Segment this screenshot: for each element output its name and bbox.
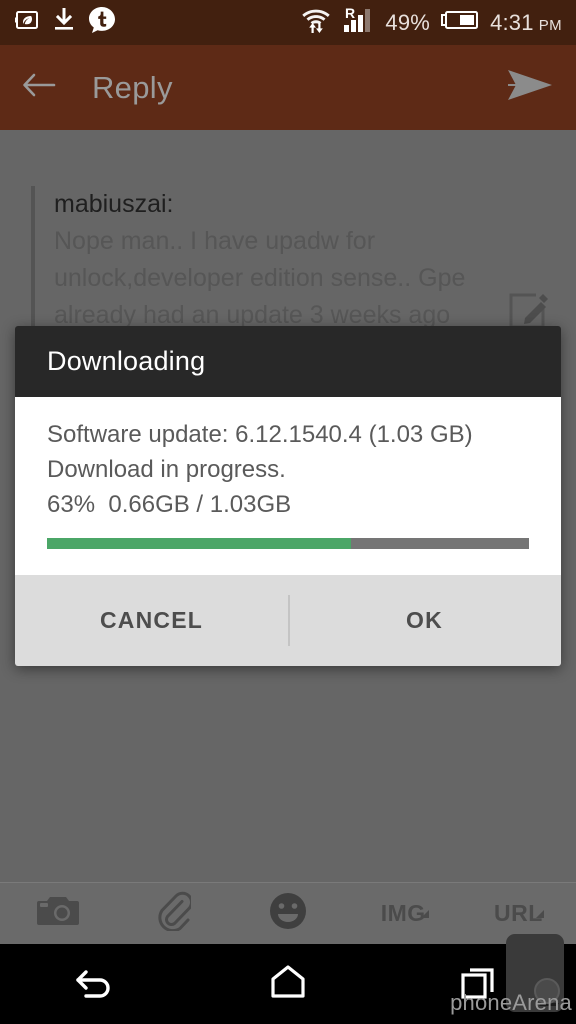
camera-icon	[35, 893, 81, 934]
nav-recents-icon	[459, 963, 501, 1006]
wifi-transfer-icon	[301, 6, 331, 39]
nav-home-icon	[267, 963, 309, 1006]
nav-recents-button[interactable]	[384, 963, 576, 1006]
compose-toolbar: IMG URL	[0, 882, 576, 944]
download-progress-fill	[47, 538, 351, 549]
download-progress-bar	[47, 538, 529, 549]
nav-home-button[interactable]	[192, 963, 384, 1006]
software-update-line: Software update: 6.12.1540.4 (1.03 GB)	[47, 421, 473, 448]
emoji-button[interactable]	[230, 891, 345, 936]
battery-percent-label: 49%	[385, 9, 431, 35]
status-bar-left-icons	[14, 6, 116, 39]
clock-time: 4:31	[490, 9, 534, 35]
app-bar: Reply	[0, 45, 576, 130]
dialog-body: Software update: 6.12.1540.4 (1.03 GB) D…	[15, 397, 561, 575]
back-arrow-icon[interactable]	[22, 71, 56, 104]
nav-back-button[interactable]	[0, 962, 192, 1007]
downloading-dialog: Downloading Software update: 6.12.1540.4…	[15, 326, 561, 666]
image-tag-button[interactable]: IMG	[346, 900, 461, 927]
ok-button[interactable]: OK	[288, 575, 561, 666]
send-icon[interactable]	[506, 65, 554, 110]
camera-button[interactable]	[0, 893, 115, 934]
svg-text:R: R	[345, 5, 355, 21]
status-bar: R 49% 4:31 PM	[0, 0, 576, 45]
cancel-button[interactable]: CANCEL	[15, 575, 288, 666]
download-status-line: Download in progress.	[47, 456, 286, 483]
attachment-paperclip-icon	[155, 891, 193, 936]
tumblr-notification-icon	[88, 6, 116, 39]
emoji-smiley-icon	[268, 891, 308, 936]
clock: 4:31 PM	[490, 9, 562, 35]
dialog-button-divider	[288, 595, 290, 646]
image-tag-label: IMG	[380, 900, 426, 926]
download-progress-line: 63% 0.66GB / 1.03GB	[47, 491, 292, 518]
quote-author: mabiuszai:	[54, 190, 174, 218]
chevron-down-icon	[536, 910, 545, 918]
url-tag-button[interactable]: URL	[461, 900, 576, 927]
dialog-action-row: CANCEL OK	[15, 575, 561, 666]
nav-back-icon	[74, 962, 118, 1007]
clock-period: PM	[538, 16, 562, 34]
phone-screen: R 49% 4:31 PM Reply mabiuszai: Nope man.…	[0, 0, 576, 1024]
download-icon	[53, 7, 75, 37]
chevron-down-icon	[420, 910, 429, 918]
quote-text: Nope man.. I have upadw for unlock,devel…	[54, 227, 466, 329]
quoted-message: mabiuszai: Nope man.. I have upadw for u…	[31, 186, 531, 334]
page-title: Reply	[92, 69, 173, 105]
dialog-header: Downloading	[15, 326, 561, 397]
navigation-bar	[0, 944, 576, 1024]
battery-icon	[440, 8, 480, 37]
status-bar-right-icons: R 49% 4:31 PM	[301, 5, 562, 40]
attachment-button[interactable]	[115, 891, 230, 936]
dialog-title: Downloading	[47, 346, 206, 376]
cellular-signal-roaming-icon: R	[341, 5, 375, 40]
battery-saver-leaf-icon	[14, 9, 40, 36]
